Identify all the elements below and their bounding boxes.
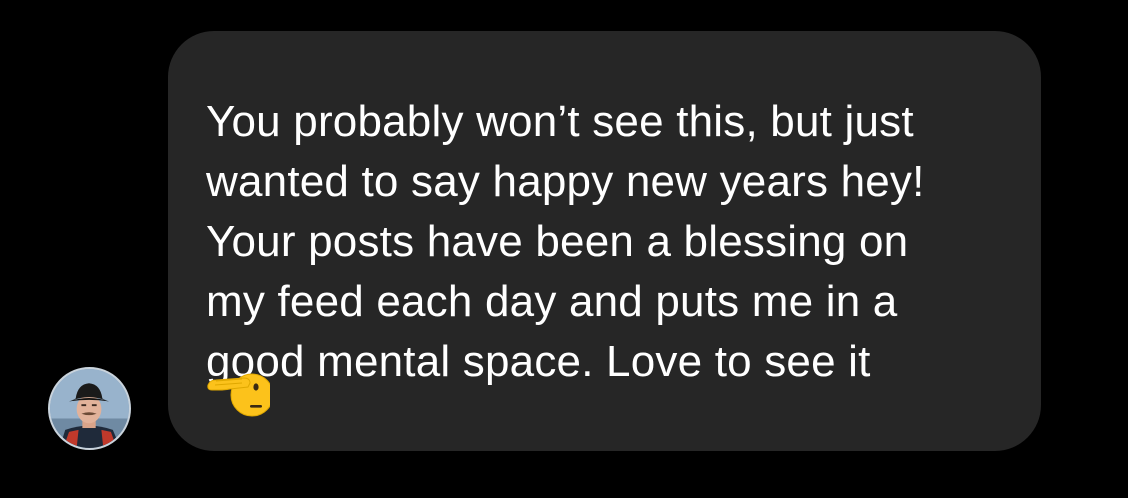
avatar[interactable]	[48, 367, 131, 450]
message-line: good mental space. Love to see it	[206, 337, 871, 386]
saluting-face-emoji-icon	[206, 361, 270, 421]
message-line: Your posts have been a blessing on	[206, 217, 909, 266]
message-line: my feed each day and puts me in a	[206, 277, 898, 326]
message-line: You probably won’t see this, but just	[206, 97, 914, 146]
avatar-photo	[50, 369, 129, 448]
dm-thread: You probably won’t see this, but just wa…	[0, 0, 1128, 498]
message-bubble[interactable]: You probably won’t see this, but just wa…	[168, 31, 1041, 451]
message-line: wanted to say happy new years hey!	[206, 157, 925, 206]
